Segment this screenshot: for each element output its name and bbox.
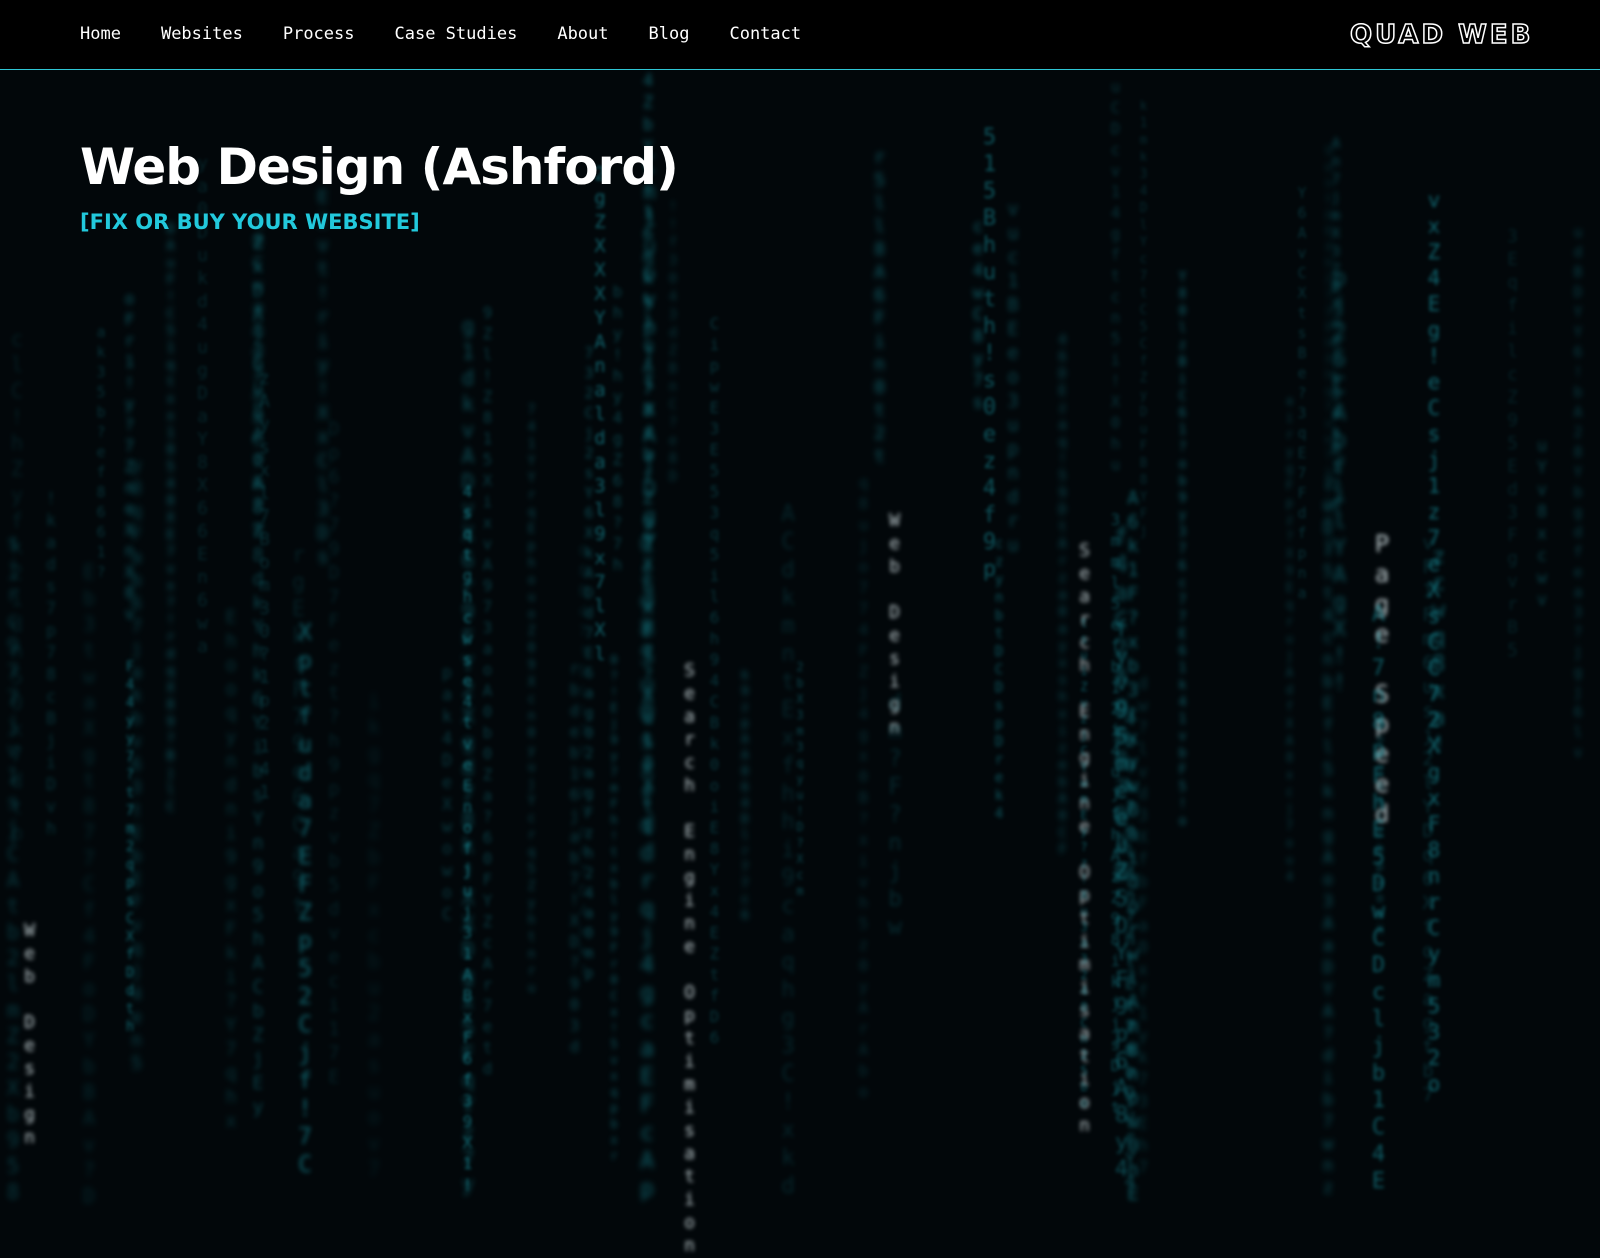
nav-blog[interactable]: Blog: [649, 24, 690, 44]
rain-column: ACdkmntExfhhi9caqhg3C!xkd: [775, 501, 801, 1201]
rain-column: k9zpAA064Dlr77c6: [738, 668, 752, 924]
nav-contact[interactable]: Contact: [729, 24, 801, 44]
nav-process[interactable]: Process: [283, 24, 355, 44]
rain-column: vuc1BEeo3upndru: [1002, 198, 1024, 558]
rain-word-column: Search Engine Optimisation: [679, 660, 700, 1258]
rain-column: k1mk34DlYc7tC5CfZyDuFB8YFj: [1136, 99, 1151, 541]
rain-column: dm?F?njbw: [882, 690, 908, 942]
rain-column: 46DEzaq!59DtArza0ayxshxizebA0CF: [1055, 333, 1070, 860]
rain-column: 08Bd7!Ei!7Yop!p47D4ek?: [574, 542, 592, 982]
rain-column: oFr1!y?7ZneXnX8v: [120, 289, 139, 625]
nav-websites[interactable]: Websites: [161, 24, 243, 44]
rain-column: Xptfuda7EFZp52Cjf!7C: [292, 620, 318, 1180]
rain-column: 3EqfilcZ95Ed3FgvrB5: [1502, 226, 1523, 663]
rain-column: Y80lzBiC61?ob9y376c77E61k41vbF5!o: [1175, 270, 1190, 831]
rain-column: 9Zl!Z815XixvA973aoA0b0Za?60FYZcAr7etd: [478, 303, 497, 1080]
rain-column: bhy!hy4gZ68?7h: [608, 282, 627, 576]
page-title: Web Design (Ashford): [80, 138, 679, 196]
rain-column: uYv8xcwv: [1532, 436, 1552, 612]
rain-column: CipwE3E553q5il6h94CBk0oiE8Yx4EZtfD6: [705, 314, 724, 1049]
rain-column: ZxDAz6u8AoA8Z8dkYhk6YibsYn9o5hACbZjEy: [247, 232, 269, 1120]
rain-column: g1dkvADyX6r9FY2Xgd78k!XXDgx5FqYz7y: [456, 314, 480, 1198]
hero: Web Design (Ashford) [FIX OR BUY YOUR WE…: [80, 138, 679, 234]
matrix-rain-background: Page Speed Search Engine Optimisation Web …: [0, 70, 1600, 1258]
rain-column: Cid85u0sxfddrqj4gcaEFcAp: [634, 532, 660, 1204]
rain-column: pj25CAbfilYAgX!!: [1327, 266, 1352, 698]
rain-column: A!7n8pFhE5DwCDcljb1C4E: [1366, 602, 1391, 1196]
rain-column: 515Bhuth!s0ez4f9p: [977, 125, 1002, 584]
nav-case-studies[interactable]: Case Studies: [395, 24, 518, 44]
rain-column: !!f3043dZBnC?e8D: [665, 199, 681, 487]
main-nav: Home Websites Process Case Studies About…: [80, 24, 801, 44]
rain-column: 3mml5efb12i4ujfhAzZ98ikjjsDjt: [1106, 510, 1125, 1119]
rain-column: E2vt!riy!XxCl3Ds: [312, 186, 334, 570]
rain-column: q8ujo774FZj4gx0B?xivh5z0yArAbo: [854, 473, 873, 1103]
rain-column: BAuF!C51qtxx18548XE7vx?!rdqX89?BjlC: [163, 222, 178, 817]
rain-column: vxZ4Eg!eCsj1z7eXsCC72XgxF8nrCym532o: [1422, 188, 1446, 1098]
hero-subtitle: [FIX OR BUY YOUR WEBSITE]: [80, 210, 420, 234]
rain-column: airygFpz?X9EqrujAdfXA8xcj7ou4: [1282, 394, 1297, 887]
rain-column: 741YYrqEphouoZ09Xcn0yujYcrq5Zyhtnru: [524, 403, 539, 998]
rain-column: ak35b?ef8661?: [92, 323, 110, 583]
rain-column: tsuiZvzjCYwmEy?z!Xu3a3248Cn25bo: [1077, 616, 1091, 1112]
nav-about[interactable]: About: [557, 24, 608, 44]
rain-column: uCDcv14gftcn5i!X0hu: [1106, 77, 1125, 476]
rain-column: r5ll8A6Fin0t2t: [869, 147, 890, 469]
rain-column: !kads7p78cBjiDvh: [41, 489, 61, 841]
rain-column: udBDYY6!bA28Ybgdfea3?jgj6lv: [1569, 223, 1587, 763]
rain-column: Eb3twaXgt877Cf4FoDYbBAv?D: [77, 560, 101, 1210]
nav-home[interactable]: Home: [80, 24, 121, 44]
site-header: Home Websites Process Case Studies About…: [0, 0, 1600, 70]
logo-text: QUAD WEB: [1349, 19, 1534, 51]
rain-column: ikgq7ZbFxcbu2asuov7: [362, 689, 386, 1183]
rain-column: pak4DeXwowoC: [437, 663, 457, 927]
rain-column: A6k1F?xb3txywBaidorwlAmBnpw0nE: [1122, 487, 1144, 1207]
rain-column: 0?!Ej9y7mFh!txbly9Fr0Cx!5vxqpbxr: [607, 653, 621, 1165]
rain-column: Ehooqyndni9gxFki?Y7qhx: [220, 606, 242, 1134]
quad-web-logo[interactable]: QUAD WEB: [1349, 19, 1534, 51]
rain-column: sjrc977jv1sjCAtb2lmZ2Xb958: [1, 530, 25, 1206]
